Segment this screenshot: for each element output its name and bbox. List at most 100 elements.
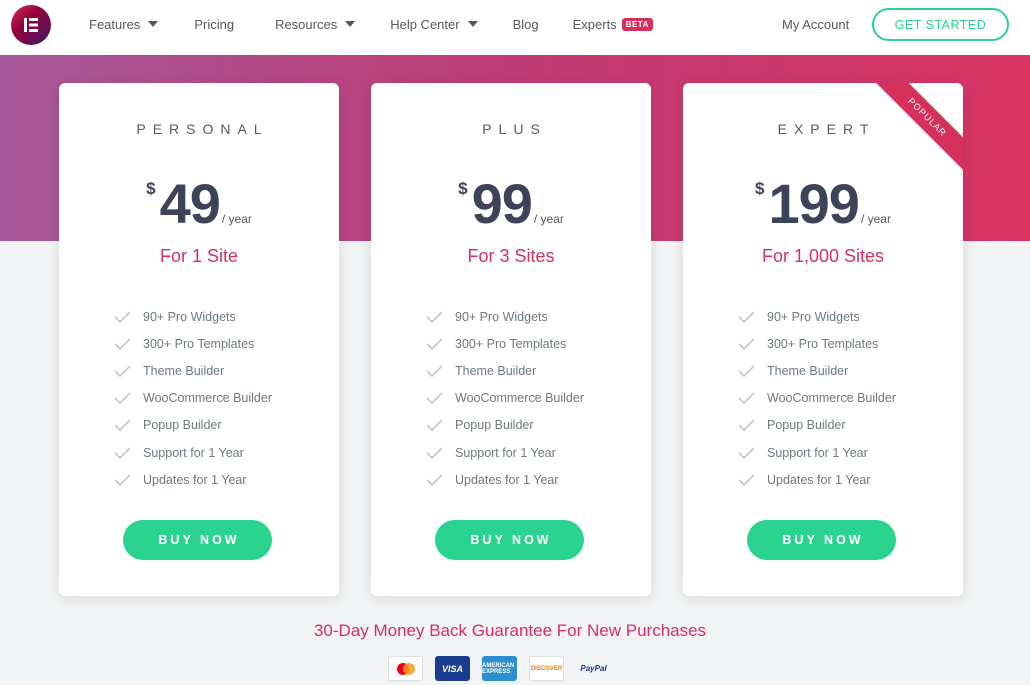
- feature-label: Updates for 1 Year: [767, 472, 871, 487]
- feature-label: Theme Builder: [455, 363, 537, 378]
- feature-label: Updates for 1 Year: [143, 472, 247, 487]
- elementor-logo[interactable]: [11, 5, 51, 45]
- check-icon: [426, 338, 443, 350]
- check-icon: [738, 365, 755, 377]
- nav-experts[interactable]: Experts BETA: [573, 17, 653, 32]
- paypal-icon: PayPal: [580, 664, 607, 673]
- feature-label: WooCommerce Builder: [143, 391, 272, 406]
- check-icon: [426, 392, 443, 405]
- plan-price: $99/ year: [371, 171, 651, 236]
- nav-help-center-label: Help Center: [390, 16, 460, 32]
- check-icon: [738, 392, 755, 405]
- check-icon: [114, 311, 131, 323]
- check-icon: [738, 338, 755, 350]
- buy-now-button[interactable]: BUY NOW: [747, 520, 896, 560]
- nav-pricing-label: Pricing: [194, 16, 235, 32]
- get-started-button[interactable]: GET STARTED: [872, 8, 1009, 41]
- feature-label: Updates for 1 Year: [455, 472, 559, 487]
- check-icon: [426, 419, 443, 432]
- plan-name: PERSONAL: [136, 121, 269, 137]
- feature-item: WooCommerce Builder: [426, 385, 584, 412]
- money-back-guarantee: 30-Day Money Back Guarantee For New Purc…: [313, 621, 707, 640]
- amex-icon: AMERICAN EXPRESS: [482, 656, 517, 681]
- nav-pricing[interactable]: Pricing: [194, 17, 234, 32]
- nav-features-label: Features: [89, 16, 141, 32]
- nav-experts-label: Experts: [572, 16, 617, 32]
- check-icon: [426, 311, 443, 323]
- check-icon: [738, 419, 755, 432]
- price-period: / year: [221, 212, 252, 226]
- elementor-logo-icon: [24, 18, 38, 32]
- main-nav: Features Pricing Resources Help Center B…: [89, 0, 653, 48]
- price-amount: 49: [159, 172, 221, 235]
- feature-label: Support for 1 Year: [455, 445, 556, 460]
- feature-label: Popup Builder: [767, 418, 846, 433]
- feature-item: 90+ Pro Widgets: [426, 303, 584, 330]
- check-icon: [114, 338, 131, 350]
- feature-item: Updates for 1 Year: [114, 466, 272, 493]
- buy-now-button[interactable]: BUY NOW: [435, 520, 584, 560]
- feature-label: 90+ Pro Widgets: [455, 309, 548, 324]
- site-header: Features Pricing Resources Help Center B…: [0, 0, 1030, 55]
- nav-help-center[interactable]: Help Center: [390, 16, 478, 32]
- feature-list: 90+ Pro Widgets 300+ Pro Templates Theme B…: [738, 303, 896, 493]
- check-icon: [426, 446, 443, 459]
- feature-item: Theme Builder: [426, 357, 584, 384]
- plan-sites: For 1,000 Sites: [761, 246, 885, 266]
- check-icon: [114, 474, 131, 486]
- feature-label: 300+ Pro Templates: [143, 336, 255, 351]
- feature-item: 90+ Pro Widgets: [114, 303, 272, 330]
- nav-blog-label: Blog: [512, 16, 539, 32]
- plan-price: $49/ year: [59, 171, 339, 236]
- feature-label: 300+ Pro Templates: [767, 336, 879, 351]
- chevron-down-icon: [345, 21, 356, 27]
- check-icon: [114, 446, 131, 459]
- feature-label: Theme Builder: [767, 363, 849, 378]
- feature-item: 90+ Pro Widgets: [738, 303, 896, 330]
- feature-item: 300+ Pro Templates: [738, 330, 896, 357]
- discover-icon: DISCOVER: [529, 656, 564, 681]
- feature-list: 90+ Pro Widgets 300+ Pro Templates Theme B…: [114, 303, 272, 493]
- nav-blog[interactable]: Blog: [513, 17, 539, 32]
- feature-item: WooCommerce Builder: [114, 385, 272, 412]
- feature-label: WooCommerce Builder: [767, 391, 896, 406]
- feature-label: Popup Builder: [455, 418, 534, 433]
- feature-label: 90+ Pro Widgets: [767, 309, 860, 324]
- check-icon: [738, 474, 755, 486]
- check-icon: [738, 446, 755, 459]
- feature-item: Updates for 1 Year: [738, 466, 896, 493]
- visa-icon: VISA: [435, 656, 470, 681]
- price-amount: 99: [471, 172, 533, 235]
- price-period: / year: [860, 212, 891, 226]
- pricing-card-expert: POPULAR EXPERT $199/ year For 1,000 Site…: [683, 83, 963, 596]
- price-period: / year: [533, 212, 564, 226]
- feature-item: 300+ Pro Templates: [114, 330, 272, 357]
- currency-symbol: $: [146, 179, 156, 198]
- feature-item: Popup Builder: [426, 412, 584, 439]
- feature-label: 300+ Pro Templates: [455, 336, 567, 351]
- chevron-down-icon: [148, 21, 159, 27]
- plan-name: EXPERT: [777, 121, 876, 137]
- pricing-card-personal: PERSONAL $49/ year For 1 Site 90+ Pro Wi…: [59, 83, 339, 596]
- nav-resources[interactable]: Resources: [275, 16, 356, 32]
- check-icon: [426, 474, 443, 486]
- nav-resources-label: Resources: [275, 16, 338, 32]
- chevron-down-icon: [467, 21, 478, 27]
- price-amount: 199: [768, 172, 860, 235]
- my-account-link[interactable]: My Account: [782, 17, 849, 32]
- buy-now-button[interactable]: BUY NOW: [123, 520, 272, 560]
- payment-methods: VISA AMERICAN EXPRESS DISCOVER PayPal: [388, 656, 611, 681]
- beta-badge: BETA: [621, 17, 653, 31]
- feature-item: Popup Builder: [738, 412, 896, 439]
- feature-item: Theme Builder: [738, 357, 896, 384]
- currency-symbol: $: [458, 179, 468, 198]
- feature-item: 300+ Pro Templates: [426, 330, 584, 357]
- nav-features[interactable]: Features: [89, 16, 159, 32]
- feature-label: WooCommerce Builder: [455, 391, 584, 406]
- check-icon: [114, 392, 131, 405]
- feature-item: WooCommerce Builder: [738, 385, 896, 412]
- feature-label: Support for 1 Year: [143, 445, 244, 460]
- feature-item: Support for 1 Year: [738, 439, 896, 466]
- check-icon: [738, 311, 755, 323]
- pricing-card-plus: PLUS $99/ year For 3 Sites 90+ Pro Widge…: [371, 83, 651, 596]
